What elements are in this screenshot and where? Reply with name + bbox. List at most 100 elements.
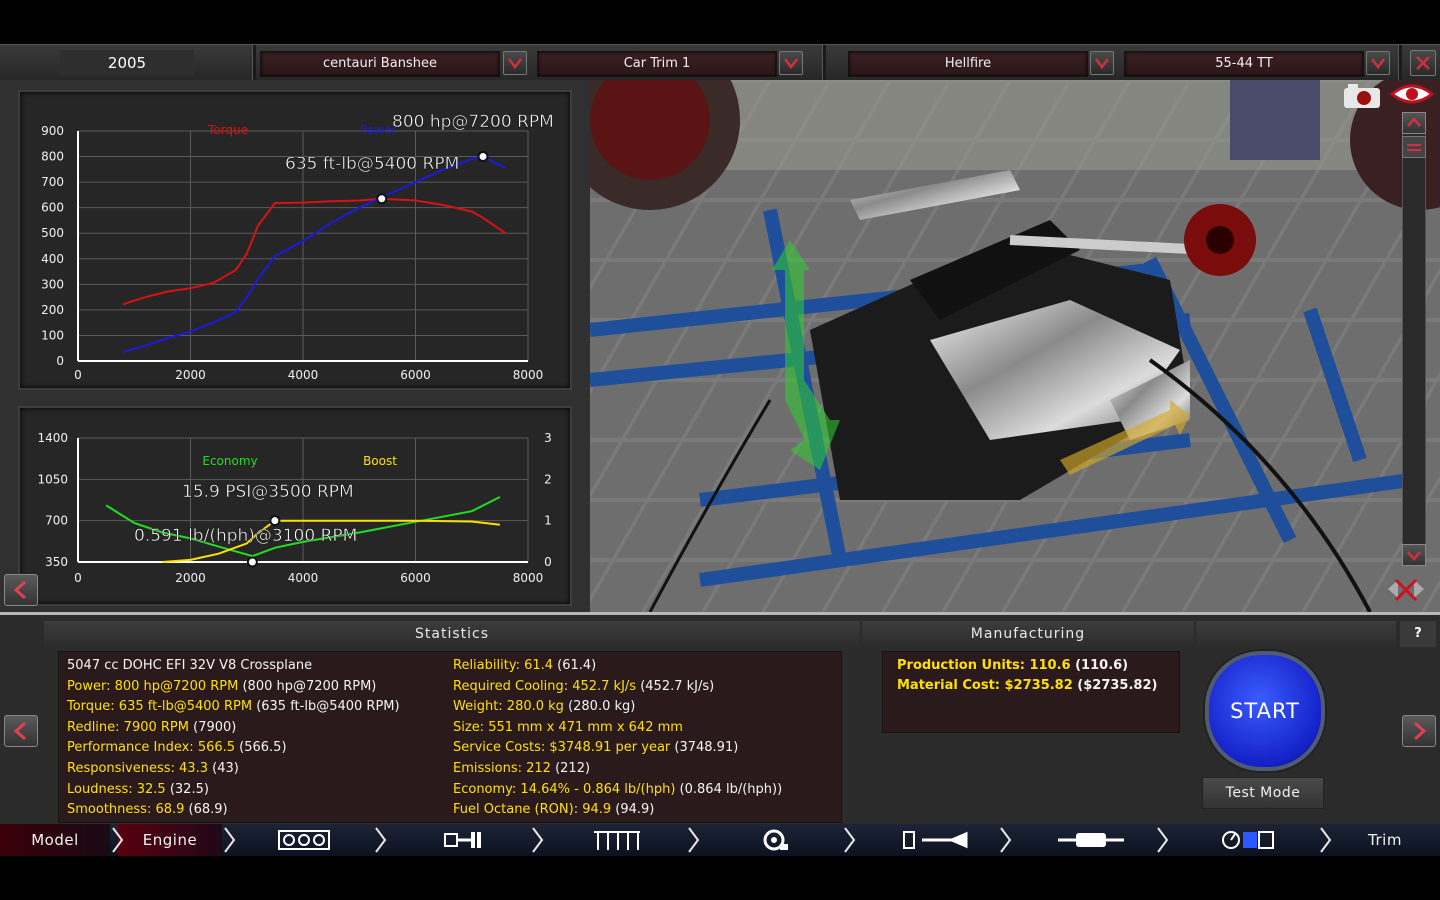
chevron-right-icon bbox=[375, 827, 387, 853]
eye-icon bbox=[1389, 84, 1435, 104]
y-left-tick-label: 700 bbox=[45, 514, 68, 528]
y-tick-label: 200 bbox=[41, 303, 64, 317]
y-tick-label: 800 bbox=[41, 150, 64, 164]
economy-boost-chart: 1400 1050 700 350 3 2 1 0 0 2000 4000 6000 8000 Econo… bbox=[18, 406, 572, 606]
y-tick-label: 700 bbox=[41, 175, 64, 189]
model-select[interactable]: centauri Banshee bbox=[260, 51, 500, 77]
x-tick-label: 4000 bbox=[288, 368, 319, 382]
year-display: 2005 bbox=[60, 50, 194, 76]
nav-heads[interactable] bbox=[550, 824, 685, 856]
crankshaft-icon bbox=[444, 832, 481, 848]
stat-reference-value: (452.7 kJ/s) bbox=[636, 678, 715, 694]
nav-exhaust[interactable] bbox=[1018, 824, 1153, 856]
nav-crank[interactable] bbox=[395, 824, 530, 856]
stat-reference-value: (68.9) bbox=[184, 802, 228, 818]
previous-page-button[interactable] bbox=[4, 715, 38, 747]
reset-view-button[interactable] bbox=[1384, 574, 1428, 604]
chevron-right-icon bbox=[688, 827, 700, 853]
stat-value: Torque: 635 ft-lb@5400 RPM bbox=[67, 699, 253, 715]
stat-value: Loudness: 32.5 bbox=[67, 781, 166, 797]
x-tick-label: 2000 bbox=[175, 368, 206, 382]
chevron-right-icon bbox=[224, 827, 236, 853]
zoom-out-button[interactable] bbox=[1402, 544, 1426, 566]
manufacturing-table: Production Units: 110.6 (110.6) Material … bbox=[882, 651, 1180, 733]
engine-family-dropdown-button[interactable] bbox=[1090, 51, 1114, 75]
top-bar: 2005 centauri Banshee Car Trim 1 Hellfir… bbox=[0, 44, 1440, 81]
collapse-panel-button[interactable] bbox=[4, 574, 38, 606]
stat-value: Weight: 280.0 kg bbox=[453, 699, 564, 715]
stat-reference-value: (3748.91) bbox=[670, 740, 739, 756]
zoom-slider[interactable] bbox=[1402, 112, 1426, 564]
trim-select[interactable]: Car Trim 1 bbox=[537, 51, 777, 77]
manufacturing-reference-value: ($2735.82) bbox=[1072, 678, 1158, 693]
stat-value: Redline: 7900 RPM bbox=[67, 719, 189, 735]
stat-row: Reliability: 61.4 (61.4) bbox=[453, 656, 596, 676]
x-tick-label: 6000 bbox=[400, 368, 431, 382]
nav-tuning[interactable] bbox=[1175, 824, 1310, 856]
chevron-up-icon bbox=[1407, 117, 1421, 127]
stat-reference-value: (32.5) bbox=[165, 781, 209, 797]
chevron-left-icon bbox=[13, 721, 26, 741]
camera-icon bbox=[1344, 84, 1380, 108]
nav-engine[interactable]: Engine bbox=[118, 824, 222, 856]
chevron-left-icon bbox=[13, 580, 26, 600]
zoom-in-button[interactable] bbox=[1402, 112, 1426, 134]
nav-fuel[interactable] bbox=[862, 824, 997, 856]
stat-reference-value: (280.0 kg) bbox=[563, 699, 636, 715]
stat-row: Size: 551 mm x 471 mm x 642 mm bbox=[453, 718, 683, 738]
chevron-down-icon bbox=[1371, 58, 1385, 69]
camera-button[interactable] bbox=[1342, 82, 1382, 110]
nav-turbo[interactable] bbox=[706, 824, 841, 856]
visibility-toggle-button[interactable] bbox=[1389, 80, 1435, 108]
stat-value: 5047 cc DOHC EFI 32V V8 Crossplane bbox=[67, 658, 313, 673]
test-mode-button[interactable]: Test Mode bbox=[1202, 777, 1324, 809]
engine-variant-dropdown-button[interactable] bbox=[1366, 51, 1390, 75]
close-button[interactable] bbox=[1410, 50, 1436, 76]
engine-3d-view[interactable] bbox=[590, 80, 1440, 612]
chevron-down-icon bbox=[1095, 58, 1109, 69]
start-button[interactable]: START bbox=[1205, 651, 1325, 771]
next-page-button[interactable] bbox=[1402, 715, 1436, 747]
manufacturing-value: Material Cost: $2735.82 bbox=[897, 678, 1073, 693]
series-line-power bbox=[122, 155, 506, 354]
y-left-tick-label: 1400 bbox=[37, 431, 68, 445]
y-tick-label: 300 bbox=[41, 277, 64, 291]
chevron-right-icon bbox=[1414, 721, 1427, 741]
stat-row: Smoothness: 68.9 (68.9) bbox=[67, 800, 228, 820]
help-button[interactable]: ? bbox=[1400, 621, 1436, 647]
stat-value: Fuel Octane (RON): 94.9 bbox=[453, 802, 612, 818]
nav-model[interactable]: Model bbox=[0, 824, 110, 856]
boost-peak-label: 15.9 PSI@3500 RPM bbox=[182, 482, 354, 502]
chevron-right-icon bbox=[532, 827, 544, 853]
model-dropdown-button[interactable] bbox=[503, 51, 527, 75]
y-left-tick-label: 350 bbox=[45, 555, 68, 569]
chevron-down-icon bbox=[1407, 551, 1421, 561]
valvetrain-icon bbox=[594, 831, 640, 850]
engine-block-icon bbox=[278, 830, 330, 850]
y-tick-label: 600 bbox=[41, 201, 64, 215]
stat-row: Performance Index: 566.5 (566.5) bbox=[67, 738, 287, 758]
engine-family-select[interactable]: Hellfire bbox=[848, 51, 1088, 77]
stat-reference-value: (7900) bbox=[188, 719, 237, 735]
x-tick-label: 4000 bbox=[288, 571, 319, 585]
zoom-slider-handle[interactable] bbox=[1402, 136, 1426, 158]
chevron-down-icon bbox=[784, 58, 798, 69]
economy-best-marker bbox=[246, 556, 258, 568]
nav-trim[interactable]: Trim bbox=[1335, 824, 1435, 856]
y-right-tick-label: 1 bbox=[544, 514, 552, 528]
stat-row: 5047 cc DOHC EFI 32V V8 Crossplane bbox=[67, 656, 312, 676]
y-left-tick-label: 1050 bbox=[37, 472, 68, 486]
y-tick-label: 100 bbox=[41, 328, 64, 342]
chevron-right-icon bbox=[844, 827, 856, 853]
manufacturing-row: Production Units: 110.6 (110.6) bbox=[897, 656, 1128, 676]
chevron-right-icon bbox=[1000, 827, 1012, 853]
power-torque-chart: 900 800 700 600 500 400 300 200 100 0 0 2000 4000 600… bbox=[18, 90, 572, 390]
stat-row: Emissions: 212 (212) bbox=[453, 759, 590, 779]
engine-variant-select[interactable]: 55-44 TT bbox=[1124, 51, 1364, 77]
nav-block[interactable] bbox=[238, 824, 373, 856]
x-tick-label: 8000 bbox=[513, 368, 544, 382]
trim-dropdown-button[interactable] bbox=[779, 51, 803, 75]
stat-row: Redline: 7900 RPM (7900) bbox=[67, 718, 236, 738]
y-tick-label: 500 bbox=[41, 226, 64, 240]
divider bbox=[252, 45, 256, 81]
